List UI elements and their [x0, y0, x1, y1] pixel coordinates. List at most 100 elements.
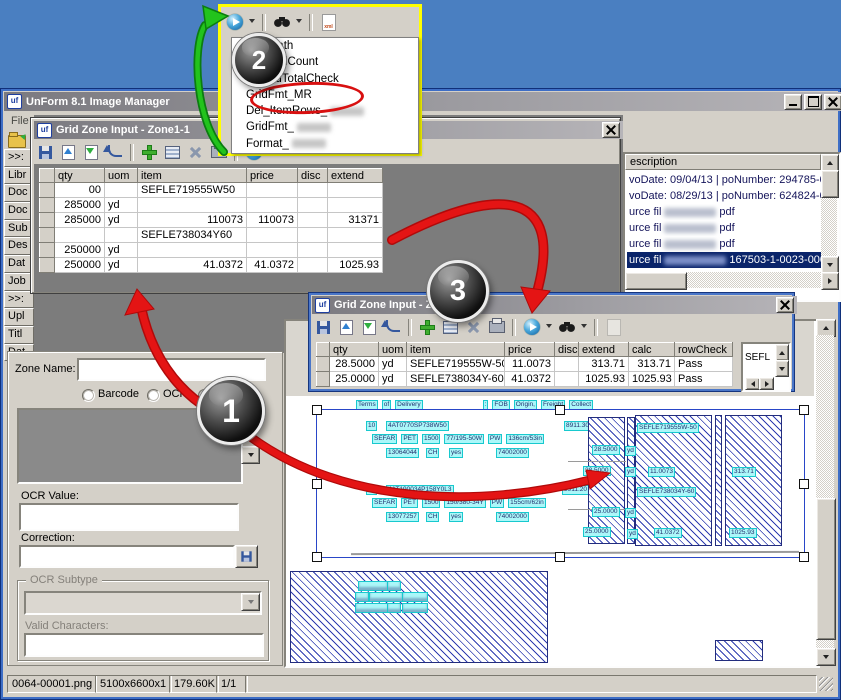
row-header[interactable]	[40, 258, 55, 273]
open-button[interactable]	[338, 319, 355, 336]
selection-handle[interactable]	[312, 405, 322, 415]
grid-cell[interactable]: SEFLE738034Y-60	[407, 372, 505, 387]
correction-save-button[interactable]	[235, 545, 258, 568]
list-scroll-right[interactable]	[821, 272, 839, 290]
grid-cell[interactable]: yd	[105, 258, 138, 273]
preview-scrollbar-thumb[interactable]	[816, 498, 836, 640]
open-file-button[interactable]	[8, 135, 26, 148]
run-button[interactable]	[226, 14, 243, 31]
dialog3-titlebar[interactable]: uf Grid Zone Input - Zone1-1	[312, 296, 797, 314]
grid-cell[interactable]	[247, 243, 298, 258]
grid-cell[interactable]: yd	[105, 213, 138, 228]
main-titlebar[interactable]: uf UnForm 8.1 Image Manager	[4, 92, 841, 111]
side-scroll-left[interactable]	[745, 377, 760, 390]
grid-cell[interactable]: 285000	[55, 213, 105, 228]
side-scroll-right[interactable]	[759, 377, 774, 390]
grid-cell[interactable]	[328, 198, 383, 213]
grid-cell[interactable]: yd	[379, 357, 407, 372]
grid-cell[interactable]	[55, 228, 105, 243]
grid-cell[interactable]	[298, 213, 328, 228]
menu-file[interactable]: File	[11, 115, 29, 127]
row-header[interactable]	[317, 357, 330, 372]
list-item[interactable]: urce filpdf	[627, 204, 823, 220]
zone-region[interactable]	[715, 640, 763, 661]
grid-zone-column[interactable]	[588, 417, 625, 544]
xml-button[interactable]: xml	[320, 14, 337, 31]
grid-cell[interactable]	[247, 183, 298, 198]
grid-cell[interactable]: SEFLE719555W50	[138, 183, 247, 198]
save-button[interactable]	[315, 319, 332, 336]
grid-cell[interactable]	[298, 228, 328, 243]
print-button[interactable]	[488, 319, 505, 336]
grid-cell[interactable]	[298, 198, 328, 213]
preview-scroll-down[interactable]	[816, 648, 836, 666]
grid-cell[interactable]: yd	[105, 243, 138, 258]
find-button[interactable]	[558, 319, 575, 336]
menu-item-format[interactable]: Format_	[232, 136, 418, 152]
ocr-subtype-combobox[interactable]	[24, 591, 262, 615]
row-header[interactable]	[40, 243, 55, 258]
grid-cell[interactable]: 00	[55, 183, 105, 198]
grid-cell[interactable]: yd	[379, 372, 407, 387]
zone-region[interactable]	[290, 571, 548, 663]
resize-grip[interactable]	[819, 677, 833, 691]
grid-cell[interactable]	[247, 198, 298, 213]
export-button[interactable]	[361, 319, 378, 336]
grid-cell[interactable]	[138, 243, 247, 258]
grid-zone-column[interactable]	[635, 415, 712, 546]
delete-button[interactable]	[465, 319, 482, 336]
zone-name-field[interactable]	[79, 360, 264, 379]
list-item[interactable]: urce filpdf	[627, 236, 823, 252]
selection-handle[interactable]	[799, 405, 809, 415]
rows-button[interactable]	[164, 144, 181, 161]
list-item[interactable]: voDate: 08/29/13 | poNumber: 624824-0	[627, 188, 823, 204]
selection-handle[interactable]	[799, 479, 809, 489]
row-header[interactable]	[40, 228, 55, 243]
correction-field[interactable]	[21, 547, 233, 566]
grid-cell[interactable]	[555, 372, 579, 387]
grid-cell[interactable]	[105, 228, 138, 243]
grid-cell[interactable]: 1025.93	[629, 372, 675, 387]
list-item[interactable]: voDate: 09/04/13 | poNumber: 294785-0	[627, 172, 823, 188]
open-button[interactable]	[60, 144, 77, 161]
row-header[interactable]	[40, 198, 55, 213]
run-dropdown-arrow-icon[interactable]	[249, 19, 255, 26]
grid-cell[interactable]	[298, 258, 328, 273]
selection-handle[interactable]	[555, 552, 565, 562]
grid-cell[interactable]: 1025.93	[328, 258, 383, 273]
grid-cell[interactable]: Pass	[675, 357, 733, 372]
zone-preview-dropdown-button[interactable]	[241, 446, 260, 464]
grid-cell[interactable]: yd	[105, 198, 138, 213]
grid-cell[interactable]	[298, 243, 328, 258]
grid-cell[interactable]	[555, 357, 579, 372]
barcode-radio[interactable]	[82, 389, 95, 402]
dialog3-close-button[interactable]	[776, 297, 794, 313]
grid-cell[interactable]: 110073	[138, 213, 247, 228]
find-button[interactable]	[273, 14, 290, 31]
row-header[interactable]	[317, 372, 330, 387]
row-header[interactable]	[40, 213, 55, 228]
maximize-button[interactable]	[804, 94, 822, 110]
close-button[interactable]	[824, 94, 841, 110]
list-item[interactable]: urce filpdf	[627, 220, 823, 236]
selection-handle[interactable]	[555, 405, 565, 415]
undo-button[interactable]	[384, 319, 401, 336]
find-dropdown-arrow-icon[interactable]	[296, 19, 302, 26]
grid-cell[interactable]: SEFLE738034Y60	[138, 228, 247, 243]
grid-cell[interactable]: 250000	[55, 258, 105, 273]
grid-cell[interactable]: Pass	[675, 372, 733, 387]
grid-cell[interactable]: 285000	[55, 198, 105, 213]
document-list-header[interactable]: escription	[625, 154, 821, 170]
side-scroll-down[interactable]	[775, 360, 789, 377]
grid-zone-column[interactable]	[715, 415, 722, 546]
grid-cell[interactable]: 41.0372	[247, 258, 298, 273]
export-button[interactable]	[83, 144, 100, 161]
run-dropdown-arrow-icon[interactable]	[546, 324, 552, 331]
add-row-button[interactable]	[419, 319, 436, 336]
dialog1-close-button[interactable]	[602, 122, 620, 138]
row-header[interactable]	[40, 183, 55, 198]
ocr-value-box[interactable]	[19, 503, 239, 531]
grid-cell[interactable]	[298, 183, 328, 198]
selection-handle[interactable]	[312, 552, 322, 562]
grid-cell[interactable]: 41.0372	[138, 258, 247, 273]
